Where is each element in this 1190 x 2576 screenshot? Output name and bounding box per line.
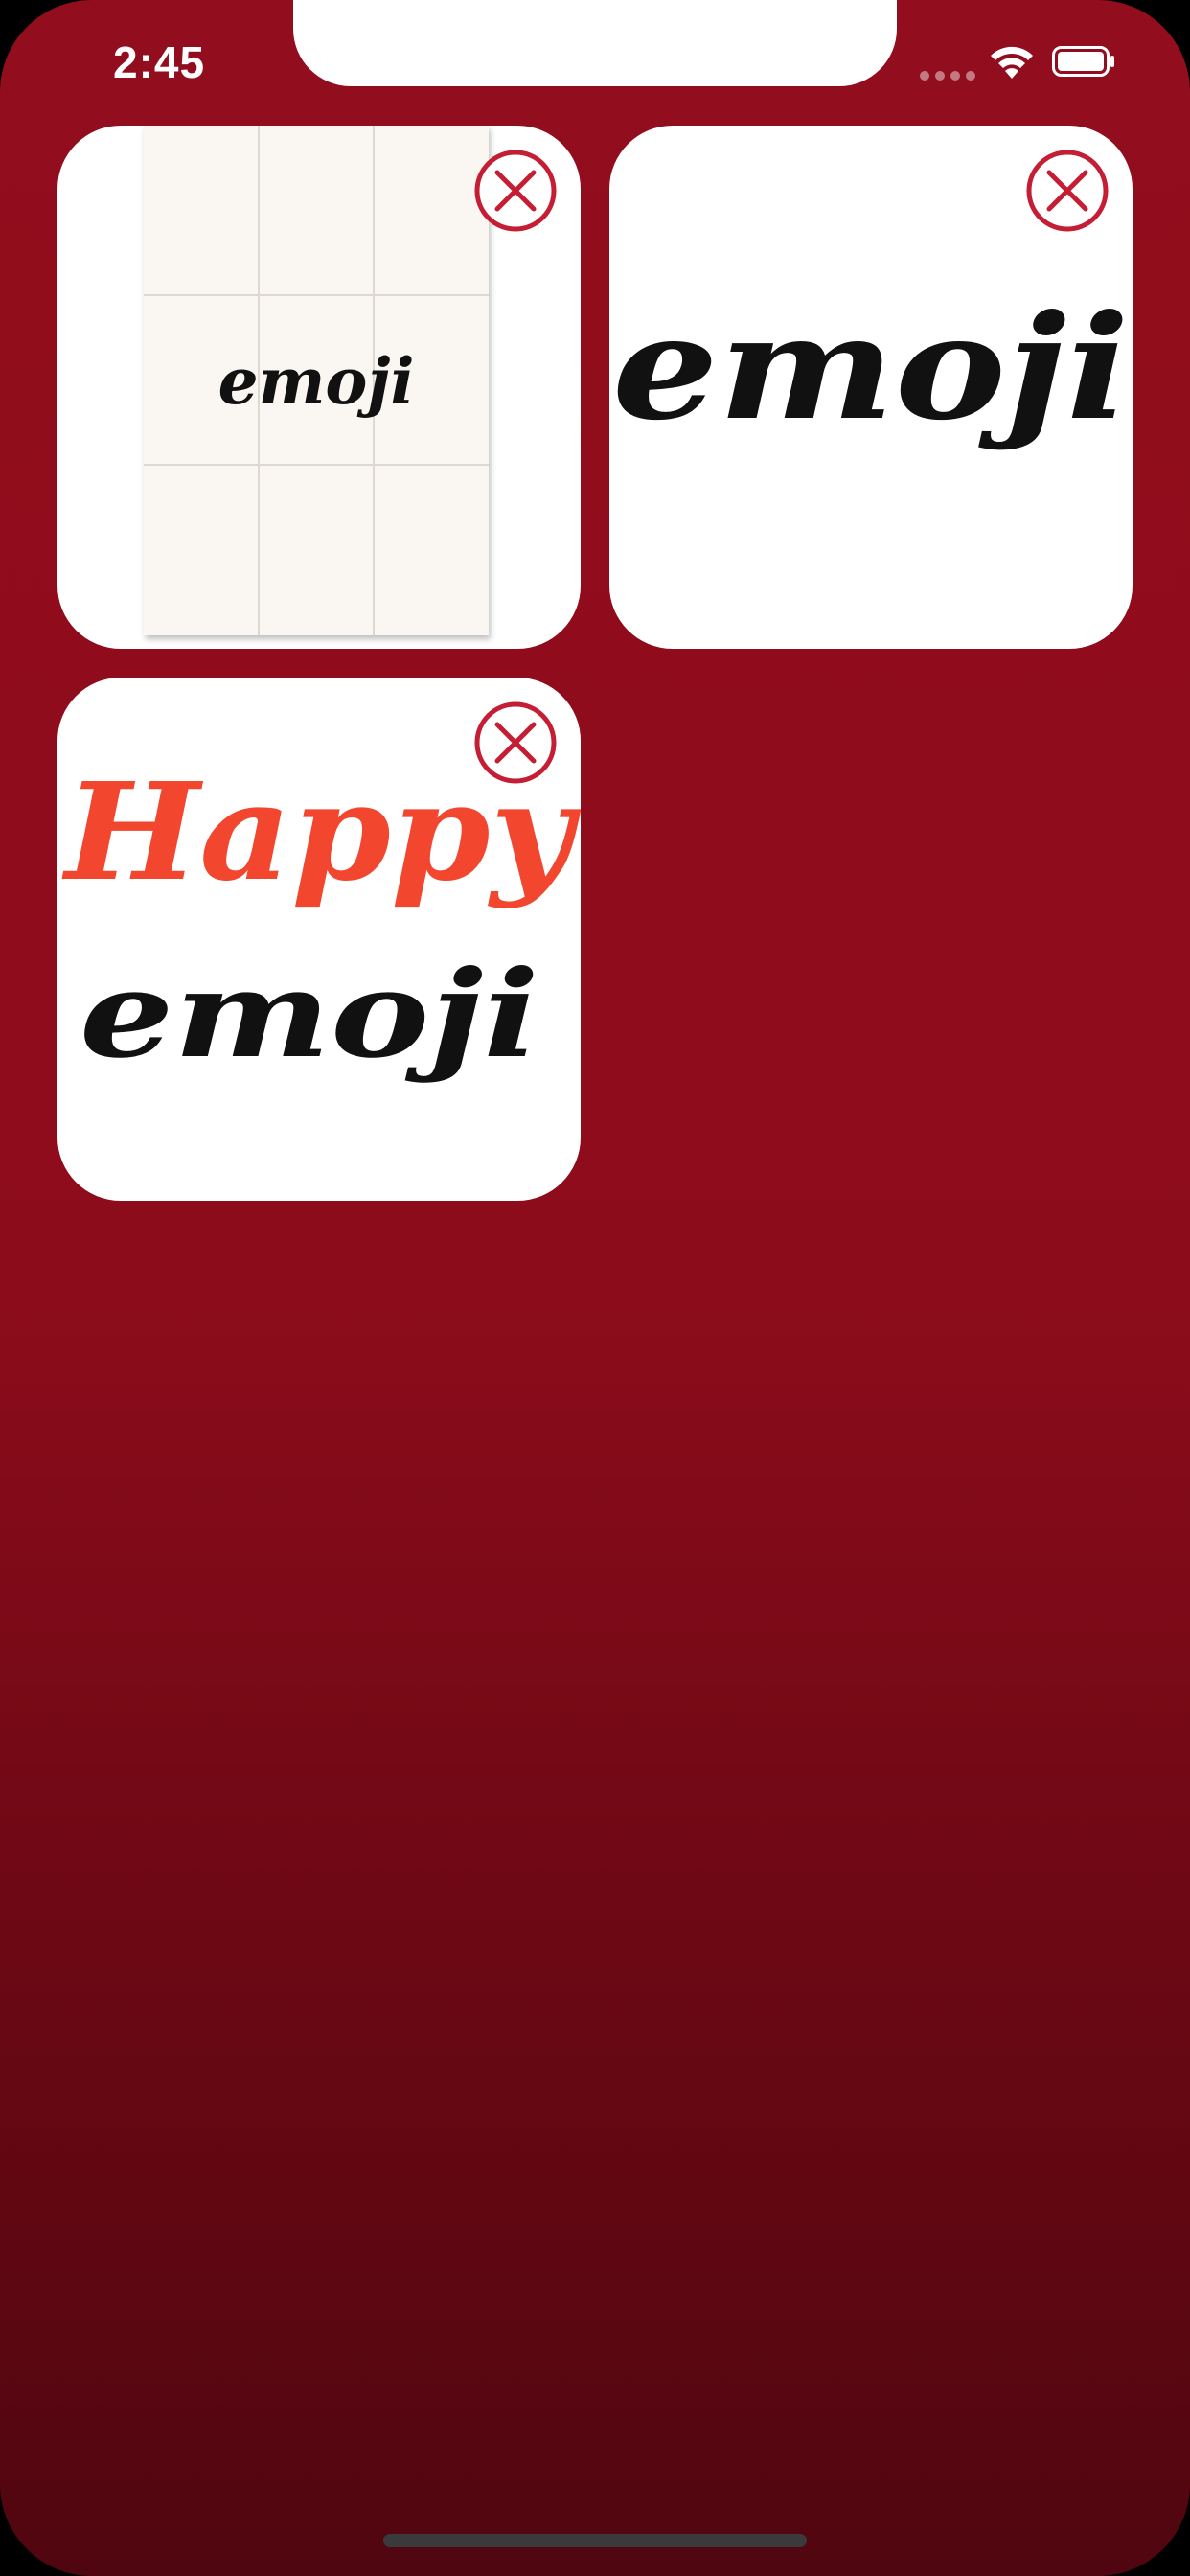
sticker-text: emoji	[218, 344, 415, 419]
sticker-image: emoji	[144, 126, 489, 635]
sticker-card[interactable]: emoji	[57, 126, 581, 649]
status-time: 2:45	[113, 37, 206, 87]
sticker-card[interactable]: emoji	[609, 126, 1133, 649]
cellular-signal-icon	[920, 71, 975, 80]
sticker-card[interactable]: Happy emoji	[57, 678, 581, 1201]
close-icon[interactable]	[1025, 149, 1110, 233]
battery-icon	[1052, 46, 1114, 77]
sticker-text: emoji	[612, 284, 1130, 452]
home-indicator[interactable]	[383, 2534, 807, 2547]
status-bar: 2:45	[0, 0, 1190, 126]
close-icon[interactable]	[473, 149, 558, 233]
close-icon[interactable]	[473, 701, 558, 785]
wifi-icon	[991, 46, 1033, 79]
device-notch	[293, 0, 897, 86]
app-screen: 2:45 emoji emoji Happy emoji	[0, 0, 1190, 2576]
sticker-text-emoji: emoji	[80, 945, 539, 1085]
